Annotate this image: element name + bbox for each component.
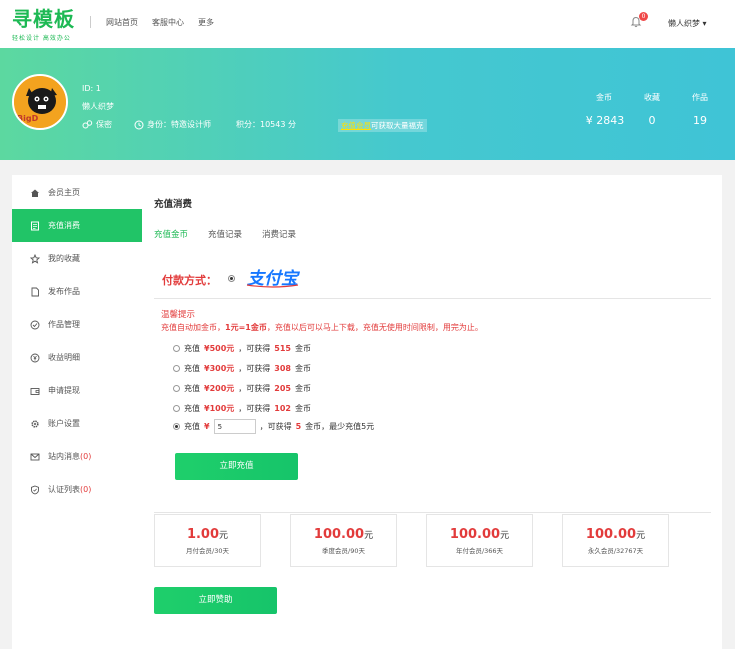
gender-info: 保密 [82, 119, 112, 130]
recharge-option-100[interactable]: 充值 ¥100元 ，可获得 102 金币 [173, 403, 311, 414]
nav-service[interactable]: 客服中心 [152, 17, 184, 28]
sidebar-item-label: 认证列表(0) [48, 485, 92, 494]
vip-promo-text: 可获取大量福克 [371, 121, 424, 130]
sidebar-item-settings[interactable]: 账户设置 [12, 407, 142, 440]
wallet-icon [30, 387, 40, 395]
file-icon [31, 287, 39, 296]
sidebar-item-home[interactable]: 会员主页 [12, 176, 142, 209]
sidebar-item-label: 作品管理 [48, 320, 80, 329]
option-radio[interactable] [173, 405, 180, 412]
sidebar-item-label: 申请提现 [48, 386, 80, 395]
identity-info: 身份：特邀设计师 [134, 119, 211, 130]
recharge-button[interactable]: 立即充值 [175, 453, 298, 480]
tab-consumption-records[interactable]: 消费记录 [262, 228, 296, 240]
recharge-option-500[interactable]: 充值 ¥500元 ，可获得 515 金币 [173, 343, 311, 354]
nav-home[interactable]: 网站首页 [106, 17, 138, 28]
points-info: 积分：10543 分 [236, 119, 296, 130]
vip-promo-link[interactable]: 充值会员 [341, 121, 371, 130]
avatar[interactable]: BigD [12, 74, 68, 130]
option-radio[interactable] [173, 365, 180, 372]
star-icon [30, 253, 40, 264]
alipay-radio[interactable] [228, 275, 235, 282]
identity-text: 身份：特邀设计师 [147, 120, 211, 129]
sidebar-item-label: 站内消息(0) [48, 452, 92, 461]
yen-icon [30, 353, 40, 362]
stat-works-value: 19 [693, 114, 707, 127]
vip-card-quarterly[interactable]: 100.00元 季度会员/90天 [290, 514, 397, 567]
vip-card-lifetime[interactable]: 100.00元 永久会员/32767天 [562, 514, 669, 567]
alipay-logo[interactable]: 支付宝 [245, 265, 300, 289]
stat-coins-label: 金币 [596, 93, 612, 102]
profile-banner: BigD ID: 1 懒人织梦 保密 身份：特邀设计师 积分：10543 分 充… [0, 48, 735, 160]
option-radio[interactable] [173, 345, 180, 352]
custom-amount-input[interactable] [213, 419, 256, 434]
recharge-tabs: 充值金币 充值记录 消费记录 [154, 228, 296, 240]
recharge-option-300[interactable]: 充值 ¥300元 ，可获得 308 金币 [173, 363, 311, 374]
mail-icon [30, 453, 40, 460]
recharge-option-200[interactable]: 充值 ¥200元 ，可获得 205 金币 [173, 383, 311, 394]
user-id: ID: 1 [82, 84, 101, 93]
site-logo[interactable]: 寻模板 轻松设计 高效办公 [12, 8, 75, 42]
stat-works-label: 作品 [692, 93, 708, 102]
option-radio[interactable] [173, 385, 180, 392]
gender-text: 保密 [96, 120, 112, 129]
gender-icon [82, 120, 93, 129]
sidebar-item-recharge[interactable]: 充值消费 [12, 209, 142, 242]
svg-text:BigD: BigD [17, 114, 39, 123]
sidebar: 会员主页 充值消费 我的收藏 发布作品 作品管理 收益明细 申请提现 账户设置 … [12, 175, 142, 649]
shield-icon [31, 485, 39, 494]
messages-count-badge: (0) [80, 452, 92, 461]
tab-recharge-records[interactable]: 充值记录 [208, 228, 242, 240]
divider [154, 298, 711, 299]
sidebar-item-label: 发布作品 [48, 287, 80, 296]
logo-slogan: 轻松设计 高效办公 [12, 35, 71, 42]
verification-count-badge: (0) [80, 485, 92, 494]
sidebar-item-publish[interactable]: 发布作品 [12, 275, 142, 308]
avatar-image: BigD [14, 76, 66, 128]
stat-coins-value: ¥ 2843 [585, 114, 625, 127]
check-circle-icon [30, 320, 40, 329]
divider [154, 512, 711, 513]
sidebar-item-label: 收益明细 [48, 353, 80, 362]
stat-favorites-label: 收藏 [644, 93, 660, 102]
logo-text: 寻模板 [12, 7, 75, 31]
sidebar-item-withdraw[interactable]: 申请提现 [12, 374, 142, 407]
sidebar-item-favorites[interactable]: 我的收藏 [12, 242, 142, 275]
tip-title: 温馨提示 [161, 310, 196, 320]
recharge-option-custom[interactable]: 充值¥ ，可获得5金币，最少充值5元 [173, 419, 374, 434]
clock-icon [134, 120, 144, 129]
sidebar-item-messages[interactable]: 站内消息(0) [12, 440, 142, 473]
sidebar-item-earnings[interactable]: 收益明细 [12, 341, 142, 374]
sidebar-item-manage[interactable]: 作品管理 [12, 308, 142, 341]
stat-favorites-value: 0 [648, 114, 656, 127]
tip-text: 充值自动加金币，1元=1金币，充值以后可以马上下载，充值无使用时间限制，用完为止… [161, 323, 483, 332]
option-radio-selected[interactable] [173, 423, 180, 430]
home-icon [31, 189, 39, 197]
sidebar-item-label: 充值消费 [48, 221, 80, 230]
vip-promo[interactable]: 充值会员可获取大量福克 [338, 119, 427, 132]
tab-recharge-coins[interactable]: 充值金币 [154, 228, 188, 240]
points-text: 积分：10543 分 [236, 120, 296, 129]
nav-more[interactable]: 更多 [198, 17, 214, 28]
sidebar-item-label: 会员主页 [48, 188, 80, 197]
sidebar-item-label: 账户设置 [48, 419, 80, 428]
page-title: 充值消费 [154, 199, 193, 210]
recharge-panel: 充值消费 充值金币 充值记录 消费记录 付款方式： 支付宝 温馨提示 充值自动加… [142, 175, 722, 649]
payment-method-label: 付款方式： [162, 274, 217, 287]
vip-card-yearly[interactable]: 100.00元 年付会员/366天 [426, 514, 533, 567]
top-nav: 网站首页 客服中心 更多 [106, 17, 214, 28]
sidebar-item-label: 我的收藏 [48, 254, 80, 263]
vip-card-monthly[interactable]: 1.00元 月付会员/30天 [154, 514, 261, 567]
nav-divider [90, 16, 91, 28]
sponsor-button[interactable]: 立即赞助 [154, 587, 277, 614]
top-bar: 寻模板 轻松设计 高效办公 网站首页 客服中心 更多 0 懒人织梦 ▾ [0, 0, 735, 48]
sidebar-item-verification[interactable]: 认证列表(0) [12, 473, 142, 506]
user-name: 懒人织梦 [82, 102, 114, 111]
notification-badge: 0 [639, 12, 648, 21]
user-menu[interactable]: 懒人织梦 ▾ [668, 18, 707, 29]
recharge-icon [31, 221, 39, 230]
gear-icon [31, 419, 39, 428]
